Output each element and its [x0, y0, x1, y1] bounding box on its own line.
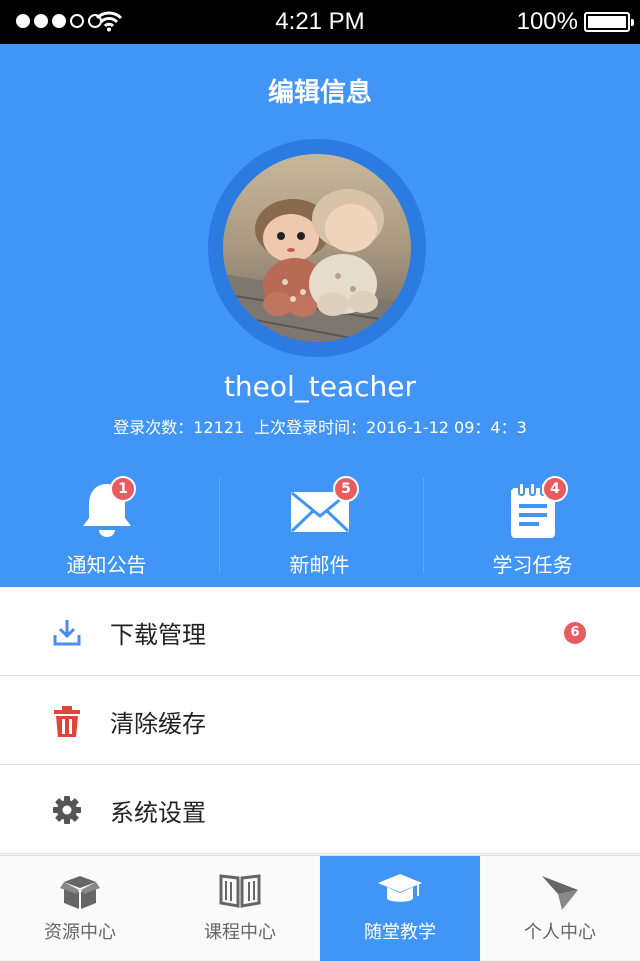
- tab-bar: 资源中心 课程中心 随堂教学 个人中心: [0, 855, 640, 961]
- battery-percent: 100%: [516, 8, 578, 35]
- edit-info-button[interactable]: 编辑信息: [0, 72, 640, 109]
- book-icon: [219, 874, 261, 908]
- login-info: 登录次数：12121 上次登录时间：2016-1-12 09：4：3: [0, 414, 640, 438]
- menu-label: 清除缓存: [110, 710, 206, 738]
- graduation-cap-icon: [378, 874, 422, 902]
- tab-classroom-teaching[interactable]: 随堂教学: [320, 856, 480, 961]
- profile-header: 编辑信息 theol_teacher 登录次数：12121 上次登录时间：201…: [0, 44, 640, 587]
- divider: [423, 478, 424, 572]
- tab-label: 随堂教学: [364, 922, 436, 943]
- menu-item-settings[interactable]: 系统设置: [0, 765, 640, 854]
- tab-personal-center[interactable]: 个人中心: [480, 856, 640, 961]
- username: theol_teacher: [223, 370, 417, 403]
- quick-action-mail[interactable]: 5 新邮件: [213, 474, 426, 584]
- last-login-time: 上次登录时间：2016-1-12 09：4：3: [254, 418, 527, 437]
- battery-icon: [584, 12, 634, 32]
- quick-action-task[interactable]: 4 学习任务: [426, 474, 639, 584]
- download-badge: 6: [564, 622, 586, 644]
- menu-item-download[interactable]: 下载管理 6: [0, 587, 640, 676]
- task-badge: 4: [542, 476, 568, 502]
- tab-resource-center[interactable]: 资源中心: [0, 856, 160, 961]
- tab-label: 课程中心: [204, 922, 276, 943]
- tab-course-center[interactable]: 课程中心: [160, 856, 320, 961]
- quick-action-label: 学习任务: [492, 553, 573, 577]
- avatar[interactable]: [223, 154, 411, 342]
- status-bar: 4:21 PM 100%: [0, 0, 640, 44]
- gear-icon: [53, 796, 81, 824]
- trash-icon: [54, 706, 80, 737]
- notice-badge: 1: [110, 476, 136, 502]
- download-icon: [53, 620, 81, 646]
- quick-action-label: 新邮件: [289, 553, 350, 577]
- quick-action-notice[interactable]: 1 通知公告: [0, 474, 213, 584]
- tab-label: 个人中心: [524, 922, 596, 943]
- menu-label: 下载管理: [110, 621, 206, 649]
- paper-plane-icon: [542, 876, 578, 910]
- menu-item-clear-cache[interactable]: 清除缓存: [0, 676, 640, 765]
- settings-menu: 下载管理 6 清除缓存 系统设置: [0, 587, 640, 854]
- quick-action-label: 通知公告: [66, 553, 147, 577]
- box-icon: [60, 876, 100, 909]
- mail-badge: 5: [333, 476, 359, 502]
- login-count: 登录次数：12121: [113, 418, 245, 437]
- tab-label: 资源中心: [44, 922, 116, 943]
- menu-label: 系统设置: [110, 799, 206, 827]
- avatar-ring: [208, 139, 426, 357]
